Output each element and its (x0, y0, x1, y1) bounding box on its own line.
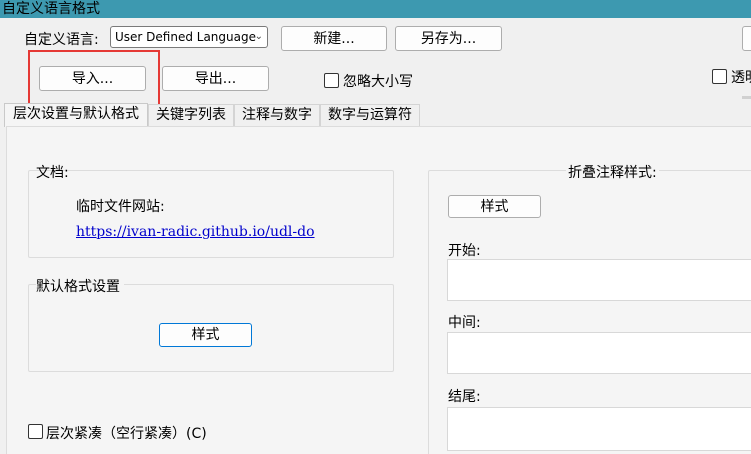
ignore-case-checkbox[interactable] (324, 73, 339, 88)
partial-button[interactable] (742, 26, 751, 51)
default-style-button[interactable]: 样式 (159, 323, 252, 347)
fold-close-field[interactable] (447, 407, 751, 451)
fold-open-field[interactable] (447, 259, 751, 301)
save-as-button[interactable]: 另存为... (395, 26, 502, 51)
fold-close-label: 结尾: (448, 389, 481, 405)
compact-fold-checkbox[interactable] (28, 424, 43, 439)
fold-middle-field[interactable] (447, 332, 751, 374)
highlight-box (28, 50, 160, 106)
transparent-checkbox[interactable] (712, 69, 727, 84)
export-button[interactable]: 导出... (162, 66, 269, 91)
fold-open-label: 开始: (448, 243, 481, 259)
ignore-case-label: 忽略大小写 (343, 74, 413, 90)
tab-folder-default[interactable]: 层次设置与默认格式 (4, 103, 148, 127)
tab-operators[interactable]: 数字与运算符 (320, 104, 420, 126)
compact-fold-label: 层次紧凑（空行紧凑）(C) (46, 426, 207, 442)
tab-comment-number[interactable]: 注释与数字 (234, 104, 320, 126)
new-button[interactable]: 新建... (281, 26, 387, 51)
language-select[interactable]: User Defined Language ⌄ (110, 26, 268, 48)
fold-comment-style-button[interactable]: 样式 (448, 195, 541, 218)
tab-keywords[interactable]: 关键字列表 (148, 104, 234, 126)
documents-header: 文档: (36, 165, 69, 181)
language-label: 自定义语言: (24, 32, 99, 48)
docs-link[interactable]: https://ivan-radic.github.io/udl-do (76, 224, 315, 240)
default-style-header: 默认格式设置 (36, 276, 124, 296)
chevron-down-icon: ⌄ (254, 31, 263, 42)
language-select-value: User Defined Language (115, 30, 256, 44)
window-title: 自定义语言格式 (0, 0, 751, 18)
temp-site-label: 临时文件网站: (76, 199, 165, 215)
fold-middle-label: 中间: (448, 315, 481, 331)
transparent-label: 透明 (731, 70, 751, 86)
transparency-slider[interactable] (742, 96, 751, 99)
fold-comment-header: 折叠注释样式: (566, 162, 659, 182)
